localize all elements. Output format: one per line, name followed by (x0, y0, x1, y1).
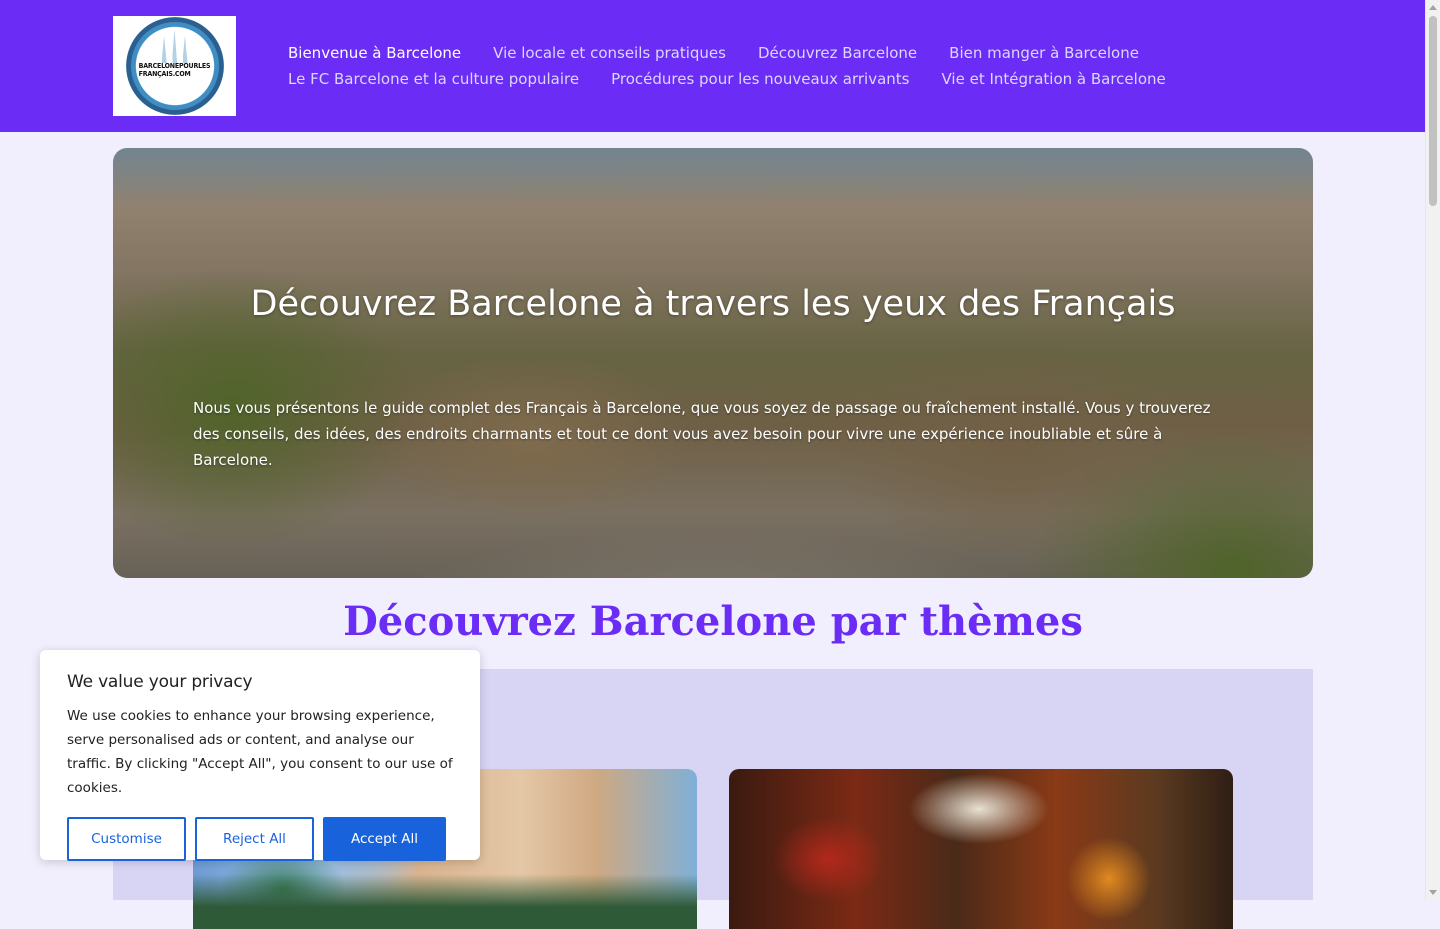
tower-graphic (161, 29, 188, 63)
page-scrollbar[interactable] (1425, 0, 1440, 900)
scroll-up-arrow-icon[interactable] (1429, 5, 1437, 10)
nav-link-fc-barcelone[interactable]: Le FC Barcelone et la culture populaire (288, 70, 579, 88)
site-logo[interactable]: BARCELONEPOURLES FRANÇAIS.COM (113, 16, 236, 116)
hero-title: Découvrez Barcelone à travers les yeux d… (250, 284, 1176, 324)
nav-link-decouvrez[interactable]: Découvrez Barcelone (758, 44, 917, 62)
hero-banner: Découvrez Barcelone à travers les yeux d… (113, 148, 1313, 578)
nav-link-vie-locale[interactable]: Vie locale et conseils pratiques (493, 44, 726, 62)
scroll-down-arrow-icon[interactable] (1429, 890, 1437, 895)
customise-button[interactable]: Customise (67, 817, 186, 861)
logo-text-line2: FRANÇAIS.COM (138, 70, 191, 78)
scroll-thumb[interactable] (1429, 16, 1437, 206)
logo-text-line1: BARCELONEPOURLES (138, 62, 211, 70)
cookie-title: We value your privacy (67, 672, 253, 692)
cookie-consent-banner: We value your privacy We use cookies to … (40, 650, 480, 861)
nav-link-bien-manger[interactable]: Bien manger à Barcelone (949, 44, 1139, 62)
cookie-actions: Customise Reject All Accept All (67, 817, 453, 861)
nav-row-2: Le FC Barcelone et la culture populaire … (288, 66, 1288, 92)
nav-link-vie-integration[interactable]: Vie et Intégration à Barcelone (942, 70, 1166, 88)
main-nav: Bienvenue à Barcelone Vie locale et cons… (288, 40, 1288, 92)
sagrada-familia-logo-icon: BARCELONEPOURLES FRANÇAIS.COM (125, 17, 224, 115)
hero-text: Nous vous présentons le guide complet de… (193, 399, 1211, 469)
nav-link-bienvenue[interactable]: Bienvenue à Barcelone (288, 44, 461, 62)
accept-all-button[interactable]: Accept All (323, 817, 446, 861)
nav-row-1: Bienvenue à Barcelone Vie locale et cons… (288, 40, 1288, 66)
cookie-text: We use cookies to enhance your browsing … (67, 708, 453, 796)
theme-card-image-2[interactable] (729, 769, 1233, 929)
reject-all-button[interactable]: Reject All (195, 817, 314, 861)
themes-title: Découvrez Barcelone par thèmes (343, 598, 1083, 645)
logo-text: BARCELONEPOURLES FRANÇAIS.COM (139, 62, 211, 78)
nav-link-procedures[interactable]: Procédures pour les nouveaux arrivants (611, 70, 909, 88)
site-header: BARCELONEPOURLES FRANÇAIS.COM Bienvenue … (0, 0, 1425, 132)
